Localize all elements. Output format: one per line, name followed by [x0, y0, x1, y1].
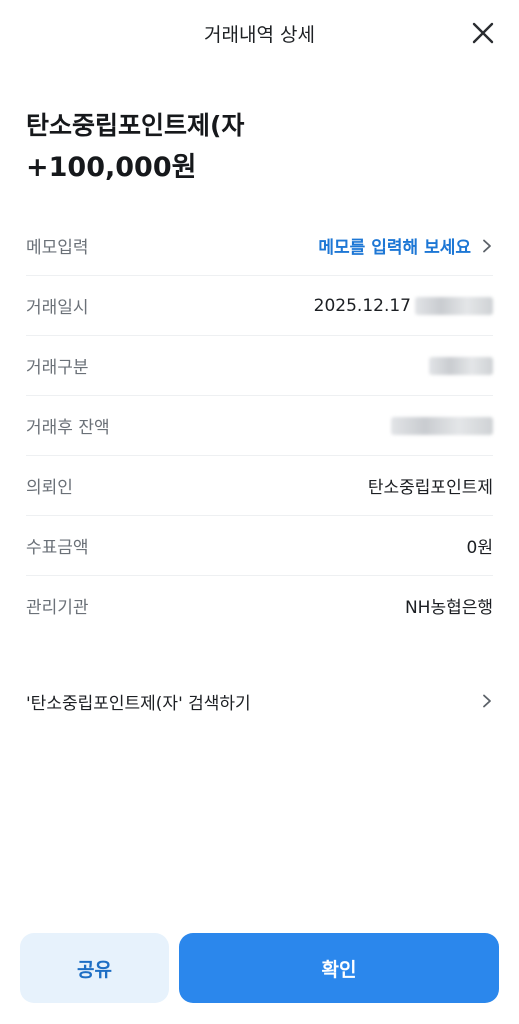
transaction-summary: 탄소중립포인트제(자 +100,000원 [26, 108, 493, 188]
redacted-time [415, 296, 493, 315]
close-icon [472, 22, 494, 44]
detail-row-institution: 관리기관 NH농협은행 [26, 576, 493, 635]
institution-value: NH농협은행 [404, 598, 493, 618]
type-label: 거래구분 [26, 358, 89, 378]
close-button[interactable] [471, 21, 495, 45]
memo-placeholder: 메모를 입력해 보세요 [318, 238, 471, 258]
redacted-type [429, 356, 493, 375]
transaction-amount: +100,000원 [26, 152, 197, 183]
detail-row-type: 거래구분 [26, 336, 493, 396]
balance-label: 거래후 잔액 [26, 418, 110, 438]
transaction-name: 탄소중립포인트제(자 [26, 111, 245, 140]
detail-row-date: 거래일시 2025.12.17 [26, 276, 493, 336]
transaction-details: 메모입력 메모를 입력해 보세요 거래일시 2025.12.17 거래구분 거래… [26, 216, 493, 635]
fee-label: 수표금액 [26, 538, 89, 558]
page-title: 거래내역 상세 [204, 24, 315, 46]
confirm-button[interactable]: 확인 [179, 933, 499, 1003]
institution-label: 관리기관 [26, 598, 89, 618]
chevron-right-icon [483, 694, 491, 708]
memo-input-link[interactable]: 메모를 입력해 보세요 [318, 233, 493, 258]
date-value: 2025.12.17 [313, 295, 411, 316]
fee-value: 0원 [466, 538, 493, 558]
memo-label: 메모입력 [26, 238, 89, 258]
detail-row-memo: 메모입력 메모를 입력해 보세요 [26, 216, 493, 276]
redacted-balance [391, 416, 493, 435]
search-label: '탄소중립포인트제(자' 검색하기 [26, 693, 251, 714]
chevron-right-icon [483, 239, 491, 252]
requester-label: 의뢰인 [26, 478, 73, 498]
header: 거래내역 상세 [0, 0, 519, 66]
date-label: 거래일시 [26, 298, 89, 318]
type-value-container [429, 356, 493, 375]
date-value-container: 2025.12.17 [314, 296, 493, 316]
share-button[interactable]: 공유 [20, 933, 169, 1003]
balance-value-container [391, 416, 493, 435]
detail-row-requester: 의뢰인 탄소중립포인트제 [26, 456, 493, 516]
detail-row-balance: 거래후 잔액 [26, 396, 493, 456]
search-counterparty-link[interactable]: '탄소중립포인트제(자' 검색하기 [26, 672, 493, 730]
requester-value: 탄소중립포인트제 [367, 478, 493, 498]
detail-row-fee: 수표금액 0원 [26, 516, 493, 576]
